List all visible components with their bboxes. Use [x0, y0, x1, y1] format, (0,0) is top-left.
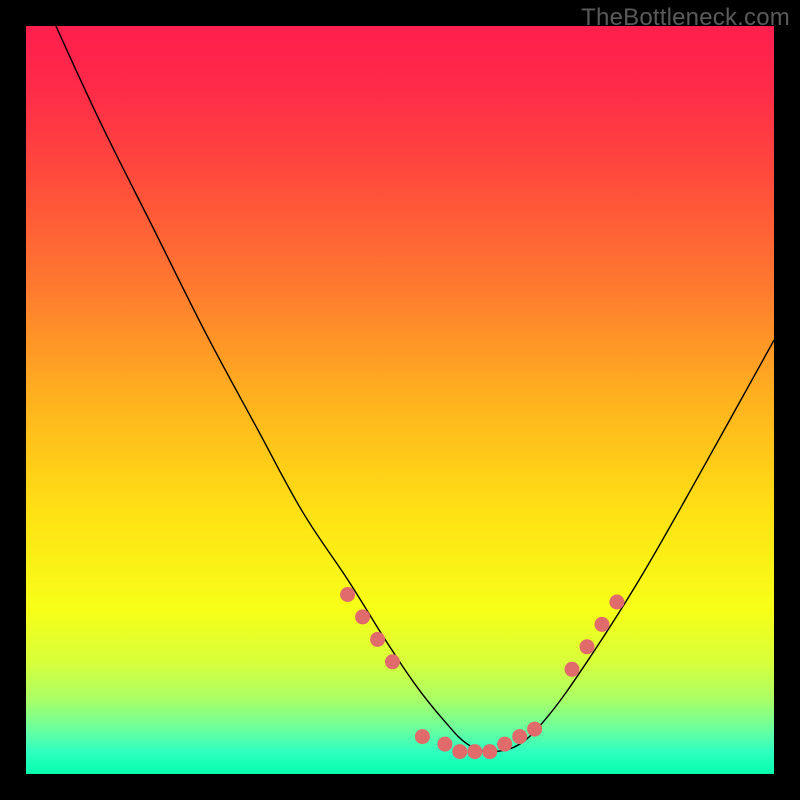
- highlight-dot: [482, 744, 497, 759]
- highlight-dot: [609, 595, 624, 610]
- highlight-dot: [467, 744, 482, 759]
- highlight-dot: [565, 662, 580, 677]
- highlight-dot: [437, 737, 452, 752]
- highlight-dot: [580, 639, 595, 654]
- chart-svg: [26, 26, 774, 774]
- highlight-dot: [385, 654, 400, 669]
- highlight-dot: [497, 737, 512, 752]
- highlight-dot: [527, 722, 542, 737]
- chart-frame: TheBottleneck.com: [0, 0, 800, 800]
- highlight-dot: [370, 632, 385, 647]
- highlight-dot: [415, 729, 430, 744]
- watermark-text: TheBottleneck.com: [581, 4, 790, 32]
- highlight-dot: [512, 729, 527, 744]
- highlight-dot: [355, 609, 370, 624]
- plot-area: [26, 26, 774, 774]
- highlight-dot: [452, 744, 467, 759]
- highlight-dot: [595, 617, 610, 632]
- highlight-dot: [340, 587, 355, 602]
